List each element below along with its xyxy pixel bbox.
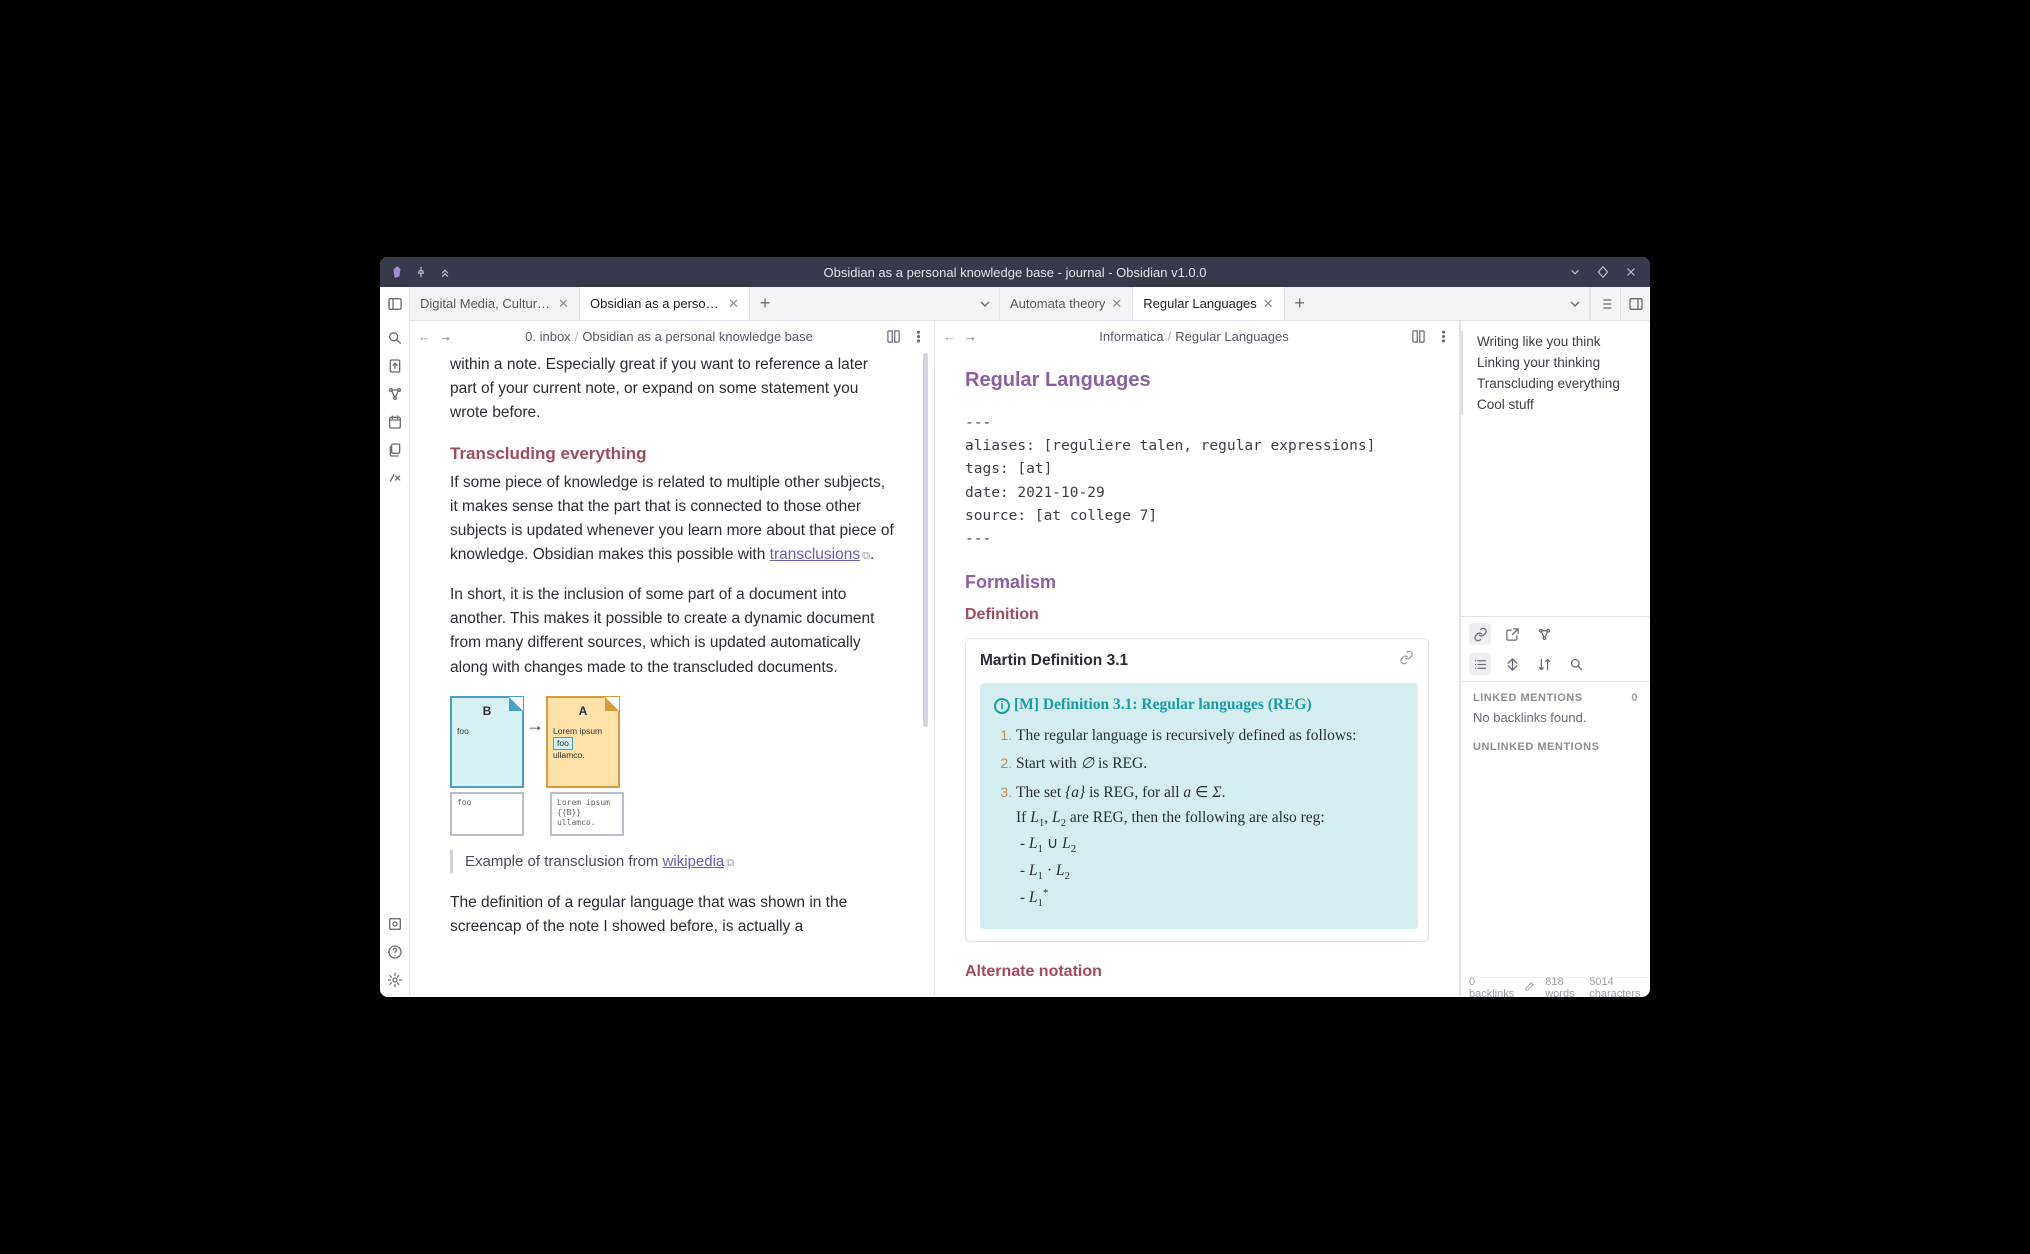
help-icon[interactable] <box>386 943 404 961</box>
tab-regular-languages[interactable]: Regular Languages ✕ <box>1133 287 1284 320</box>
more-options-icon[interactable] <box>911 329 926 344</box>
chevron-down-icon[interactable] <box>1568 265 1582 279</box>
heading-transcluding: Transcluding everything <box>450 441 894 467</box>
breadcrumb[interactable]: Informatica/Regular Languages <box>985 329 1403 344</box>
outline-item[interactable]: Cool stuff <box>1461 394 1646 415</box>
transclusions-link[interactable]: transclusions <box>770 546 860 563</box>
nav-back-icon[interactable]: ← <box>943 329 956 344</box>
breadcrumb[interactable]: 0. inbox/Obsidian as a personal knowledg… <box>460 329 878 344</box>
status-backlinks: 0 backlinks <box>1469 976 1514 998</box>
note-content[interactable]: within a note. Especially great if you w… <box>410 353 934 997</box>
left-ribbon <box>380 287 410 997</box>
heading-definition: Definition <box>965 603 1429 628</box>
search-icon[interactable] <box>386 329 404 347</box>
diamond-icon[interactable] <box>1596 265 1610 279</box>
pencil-icon <box>1524 981 1535 995</box>
tab-digital-media[interactable]: Digital Media, Culture an ✕ <box>410 287 580 320</box>
quick-switcher-icon[interactable] <box>386 357 404 375</box>
left-editor-pane: ← → 0. inbox/Obsidian as a personal know… <box>410 321 935 997</box>
tab-close-icon[interactable]: ✕ <box>1263 296 1274 312</box>
sort-icon[interactable] <box>1533 653 1555 675</box>
more-options-icon[interactable] <box>1436 329 1451 344</box>
tab-list-chevron-icon[interactable] <box>1561 287 1589 320</box>
image-caption: Example of transclusion from wikipedia⧉ <box>450 850 894 873</box>
window-title: Obsidian as a personal knowledge base - … <box>380 265 1650 280</box>
heading-alternate-notation: Alternate notation <box>965 960 1429 985</box>
expand-collapse-icon[interactable] <box>1501 653 1523 675</box>
status-words: 818 words <box>1545 976 1579 998</box>
scrollbar[interactable] <box>923 353 928 997</box>
note-content[interactable]: Regular Languages --- aliases: [regulier… <box>935 353 1459 997</box>
tab-close-icon[interactable]: ✕ <box>1111 296 1122 312</box>
info-icon: i <box>994 698 1010 714</box>
outline-item[interactable]: Transcluding everything <box>1461 373 1646 394</box>
collapse-sidebar-icon[interactable] <box>386 295 404 313</box>
expand-sidebar-icon[interactable] <box>1620 287 1650 320</box>
titlebar: Obsidian as a personal knowledge base - … <box>380 257 1650 287</box>
heading-formalism: Formalism <box>965 569 1429 597</box>
tab-obsidian-pkb[interactable]: Obsidian as a personal k ✕ <box>580 287 750 320</box>
tab-close-icon[interactable]: ✕ <box>558 296 569 312</box>
reading-mode-icon[interactable] <box>1411 329 1426 344</box>
tab-close-icon[interactable]: ✕ <box>728 296 739 312</box>
backlinks-tab-icon[interactable] <box>1469 623 1491 645</box>
outline-panel: Writing like you think Linking your thin… <box>1461 321 1650 617</box>
external-link-icon: ⧉ <box>726 857 734 869</box>
right-editor-pane: ← → Informatica/Regular Languages Regula… <box>935 321 1460 997</box>
outline-toggle-icon[interactable] <box>1590 287 1620 320</box>
chevrons-up-icon[interactable] <box>438 265 452 279</box>
link-icon[interactable] <box>1399 649 1414 673</box>
tab-list-chevron-icon[interactable] <box>971 287 999 320</box>
obsidian-logo-icon <box>390 265 404 279</box>
new-tab-button[interactable]: + <box>750 287 780 320</box>
status-chars: 5014 characters <box>1589 976 1642 998</box>
graph-icon[interactable] <box>386 385 404 403</box>
nav-forward-icon[interactable]: → <box>964 329 977 344</box>
reading-mode-icon[interactable] <box>886 329 901 344</box>
pin-icon[interactable] <box>414 265 428 279</box>
settings-icon[interactable] <box>386 971 404 989</box>
command-icon[interactable] <box>386 469 404 487</box>
definition-callout: Martin Definition 3.1 i[M] Definition 3.… <box>965 638 1429 942</box>
tab-automata-theory[interactable]: Automata theory ✕ <box>1000 287 1133 320</box>
nav-forward-icon[interactable]: → <box>439 329 452 344</box>
status-bar: 0 backlinks 818 words 5014 characters <box>1461 977 1650 997</box>
close-icon[interactable] <box>1624 265 1638 279</box>
outline-item[interactable]: Linking your thinking <box>1461 352 1646 373</box>
note-title: Regular Languages <box>965 365 1429 396</box>
nav-back-icon[interactable]: ← <box>418 329 431 344</box>
vault-icon[interactable] <box>386 915 404 933</box>
files-icon[interactable] <box>386 441 404 459</box>
new-tab-button[interactable]: + <box>1285 287 1315 320</box>
local-graph-icon[interactable] <box>1533 623 1555 645</box>
outline-item[interactable]: Writing like you think <box>1461 331 1646 352</box>
collapse-results-icon[interactable] <box>1469 653 1491 675</box>
outgoing-links-icon[interactable] <box>1501 623 1523 645</box>
external-link-icon: ⧉ <box>862 550 870 562</box>
backlinks-toolbar <box>1461 617 1650 682</box>
tab-bar: Digital Media, Culture an ✕ Obsidian as … <box>410 287 1650 321</box>
backlinks-panel: LINKED MENTIONS0 No backlinks found. UNL… <box>1461 682 1650 977</box>
app-window: Obsidian as a personal knowledge base - … <box>380 257 1650 997</box>
right-sidebar: Writing like you think Linking your thin… <box>1460 321 1650 997</box>
frontmatter-block: --- aliases: [reguliere talen, regular e… <box>965 412 1429 551</box>
transclusion-diagram: B foo → A Lorem ipsum foo <box>450 696 894 836</box>
search-backlinks-icon[interactable] <box>1565 653 1587 675</box>
wikipedia-link[interactable]: wikipedia <box>663 853 725 870</box>
daily-note-icon[interactable] <box>386 413 404 431</box>
